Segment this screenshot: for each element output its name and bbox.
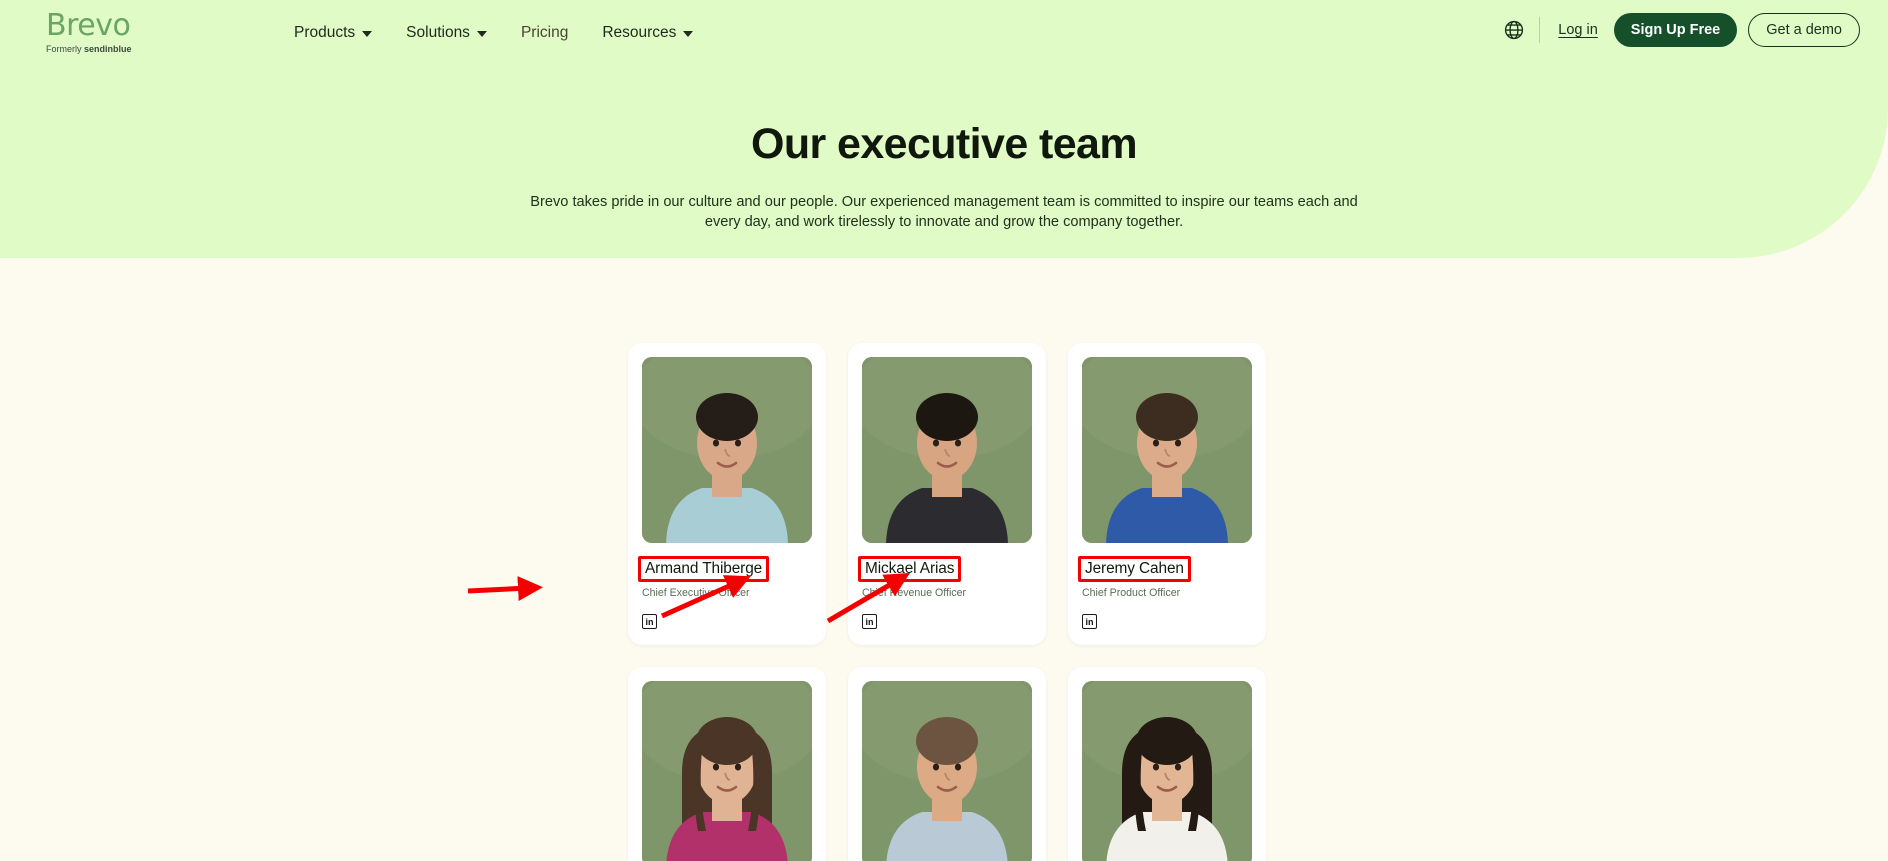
chevron-down-icon xyxy=(362,31,373,37)
signup-free-button[interactable]: Sign Up Free xyxy=(1613,13,1738,47)
member-photo xyxy=(1082,357,1252,543)
chevron-down-icon xyxy=(683,31,694,37)
primary-nav-links: Products Solutions Pricing Resources xyxy=(294,24,694,42)
chevron-down-icon xyxy=(476,31,487,37)
nav-item-resources[interactable]: Resources xyxy=(602,24,694,42)
top-navigation-bar: Brevo Formerly sendinblue Products Solut… xyxy=(0,0,1888,70)
team-member-card: Chloé de Mont Serrat Chief Strategy Offi… xyxy=(1068,667,1266,861)
nav-item-pricing[interactable]: Pricing xyxy=(521,24,568,42)
linkedin-icon[interactable]: in xyxy=(1082,614,1097,629)
member-name: Jeremy Cahen xyxy=(1078,556,1191,582)
nav-item-pricing-label: Pricing xyxy=(520,24,569,41)
nav-item-products[interactable]: Products xyxy=(294,24,373,42)
member-role: Chief Executive Officer xyxy=(642,587,750,599)
member-photo xyxy=(642,681,812,861)
executive-team-grid: Armand Thiberge Chief Executive Officer … xyxy=(628,343,1268,861)
logo-wordmark: Brevo xyxy=(46,8,131,43)
team-member-card: Jeremy Cahen Chief Product Officer in xyxy=(1068,343,1266,645)
linkedin-icon[interactable]: in xyxy=(642,614,657,629)
logo-tagline-name: sendinblue xyxy=(84,44,132,54)
member-name: Mickael Arias xyxy=(858,556,962,582)
member-name: Armand Thiberge xyxy=(638,556,770,582)
hero-subtitle: Brevo takes pride in our culture and our… xyxy=(530,194,1358,230)
globe-icon[interactable] xyxy=(1503,19,1525,41)
member-role: Chief Revenue Officer xyxy=(862,587,967,599)
page-title: Our executive team xyxy=(751,120,1138,168)
member-role: Chief Product Officer xyxy=(1082,587,1181,599)
member-photo xyxy=(642,357,812,543)
linkedin-icon[interactable]: in xyxy=(862,614,877,629)
login-link[interactable]: Log in xyxy=(1558,22,1598,38)
nav-divider xyxy=(1539,17,1541,43)
logo-tagline-prefix: Formerly xyxy=(46,44,84,54)
member-photo xyxy=(862,681,1032,861)
team-member-card: Mickael Arias Chief Revenue Officer in xyxy=(848,343,1046,645)
brevo-logo[interactable]: Brevo Formerly sendinblue xyxy=(46,11,158,55)
member-photo xyxy=(1082,681,1252,861)
nav-item-solutions-label: Solutions xyxy=(406,24,470,41)
team-member-card: Laure Rudelle-Arnaud Chief People & Impa… xyxy=(628,667,826,861)
nav-item-resources-label: Resources xyxy=(602,24,677,41)
nav-actions: Log in Sign Up Free Get a demo xyxy=(1503,13,1860,47)
get-a-demo-button[interactable]: Get a demo xyxy=(1748,13,1860,47)
logo-tagline: Formerly sendinblue xyxy=(46,43,158,55)
hero-section: Our executive team Brevo takes pride in … xyxy=(0,118,1888,232)
team-member-card: Edouard Celier Chief Financial Officer i… xyxy=(848,667,1046,861)
team-member-card: Armand Thiberge Chief Executive Officer … xyxy=(628,343,826,645)
nav-item-products-label: Products xyxy=(294,24,356,41)
nav-item-solutions[interactable]: Solutions xyxy=(406,24,487,42)
member-photo xyxy=(862,357,1032,543)
annotation-arrow xyxy=(467,576,543,602)
